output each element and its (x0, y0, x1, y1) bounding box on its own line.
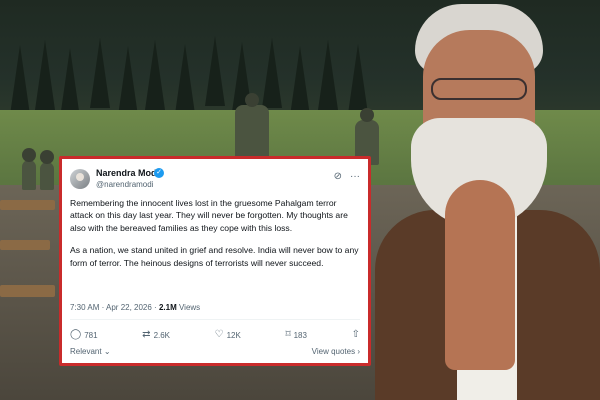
sort-label: Relevant (70, 347, 102, 356)
more-icon[interactable]: ··· (350, 171, 360, 182)
reply-sort-bar: Relevant ⌄ View quotes › (70, 347, 360, 359)
soldier (235, 93, 269, 160)
reply-count: 781 (84, 330, 98, 340)
tweet-card: Narendra Modi ✓ @narendramodi ⊘ ··· Reme… (59, 156, 371, 366)
chevron-down-icon: ⌄ (103, 347, 111, 356)
view-quotes-label: View quotes (311, 347, 356, 356)
reply-button[interactable]: ◯ 781 (70, 330, 98, 340)
author-handle[interactable]: @narendramodi (96, 180, 153, 189)
view-quotes-link[interactable]: View quotes › (312, 347, 360, 356)
views-count: 2.1M (158, 303, 177, 312)
repost-icon: ⇄ (142, 329, 151, 340)
divider (70, 319, 360, 320)
share-icon: ⇧ (351, 329, 360, 340)
reply-icon: ◯ (70, 329, 82, 340)
bookmark-count: 183 (293, 330, 307, 340)
table (0, 285, 55, 297)
tweet-paragraph: As a nation, we stand united in grief an… (70, 245, 359, 268)
action-bar: ◯ 781 ⇄ 2.6K ♡ 12K ⌑ 183 ⇧ (70, 327, 360, 343)
soldier (22, 148, 36, 190)
like-count: 12K (226, 330, 241, 340)
like-button[interactable]: ♡ 12K (215, 330, 241, 340)
table (0, 240, 50, 250)
like-icon: ♡ (214, 329, 224, 340)
repost-button[interactable]: ⇄ 2.6K (142, 330, 170, 340)
tweet-paragraph: Remembering the innocent lives lost in t… (70, 198, 348, 233)
chevron-right-icon: › (357, 347, 360, 356)
table (0, 200, 55, 210)
views-label: Views (178, 303, 201, 312)
soldier (40, 150, 54, 190)
author-name[interactable]: Narendra Modi (96, 168, 159, 178)
tweet-meta: 7:30 AM · Apr 22, 2026 · 2.1M Views (70, 303, 200, 312)
avatar[interactable] (70, 169, 90, 189)
sort-relevant-dropdown[interactable]: Relevant ⌄ (70, 347, 111, 356)
bookmark-icon: ⌑ (285, 329, 291, 340)
grok-icon[interactable]: ⊘ (334, 171, 342, 182)
tweet-text: Remembering the innocent lives lost in t… (70, 197, 360, 279)
repost-count: 2.6K (153, 330, 171, 340)
bookmark-button[interactable]: ⌑ 183 (285, 330, 307, 340)
timestamp[interactable]: 7:30 AM · Apr 22, 2026 · (70, 303, 157, 312)
tweet-header: Narendra Modi ✓ @narendramodi ⊘ ··· (70, 167, 360, 193)
share-button[interactable]: ⇧ (352, 330, 360, 340)
verified-badge-icon: ✓ (154, 168, 164, 178)
person-folded-hands (375, 0, 600, 400)
